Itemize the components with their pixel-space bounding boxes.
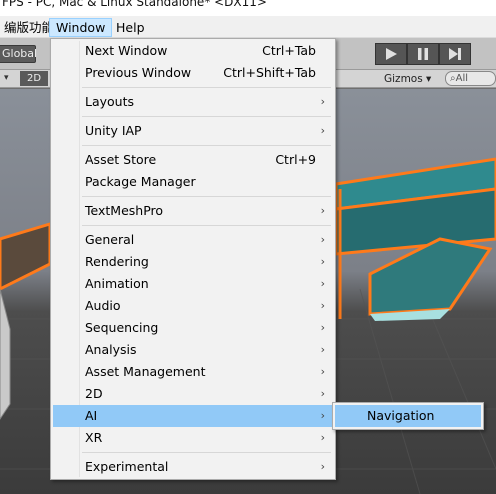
shortcut-label: Ctrl+Shift+Tab: [223, 65, 316, 80]
chevron-down-icon: ▾: [426, 73, 432, 85]
shortcut-label: Ctrl+9: [275, 152, 316, 167]
menu-bar: 编版功能 Window Help: [0, 16, 496, 38]
menu-separator: [82, 225, 331, 226]
submenu-arrow-icon: ›: [320, 409, 325, 422]
menu-item-label: Previous Window: [85, 65, 192, 80]
menu-item-layouts[interactable]: Layouts ›: [53, 91, 333, 113]
submenu-arrow-icon: ›: [320, 365, 325, 378]
ai-submenu: Navigation: [332, 402, 484, 430]
menu-item-label: Rendering: [85, 254, 149, 269]
menu-item-ai[interactable]: AI ›: [53, 405, 333, 427]
shortcut-label: Ctrl+Tab: [262, 43, 316, 58]
window-title-bar: FPS - PC, Mac & Linux Standalone* <DX11>: [0, 0, 496, 12]
menu-item-label: Asset Store: [85, 152, 157, 167]
submenu-arrow-icon: ›: [320, 343, 325, 356]
menu-item-label: XR: [85, 430, 103, 445]
pause-icon: [418, 48, 428, 60]
menu-item-experimental[interactable]: Experimental ›: [53, 456, 333, 478]
submenu-arrow-icon: ›: [320, 387, 325, 400]
menu-item-rendering[interactable]: Rendering ›: [53, 251, 333, 273]
menu-help[interactable]: Help: [110, 18, 151, 37]
submenu-arrow-icon: ›: [320, 299, 325, 312]
menu-item-label: General: [85, 232, 135, 247]
menu-item-next-window[interactable]: Next Window Ctrl+Tab: [53, 40, 333, 62]
menu-item-analysis[interactable]: Analysis ›: [53, 339, 333, 361]
menu-separator: [82, 116, 331, 117]
submenu-arrow-icon: ›: [320, 460, 325, 473]
menu-item-animation[interactable]: Animation ›: [53, 273, 333, 295]
menu-item-label: 2D: [85, 386, 103, 401]
menu-separator: [82, 196, 331, 197]
menu-item-label: Analysis: [85, 342, 137, 357]
menu-item-navigation[interactable]: Navigation: [335, 405, 481, 427]
menu-item-label: Unity IAP: [85, 123, 142, 138]
menu-item-label: AI: [85, 408, 98, 423]
gizmos-dropdown[interactable]: Gizmos ▾: [384, 71, 431, 87]
submenu-arrow-icon: ›: [320, 233, 325, 246]
menu-item-label: Next Window: [85, 43, 168, 58]
menu-item-textmeshpro[interactable]: TextMeshPro ›: [53, 200, 333, 222]
menu-item-general[interactable]: General ›: [53, 229, 333, 251]
submenu-arrow-icon: ›: [320, 95, 325, 108]
menu-item-label: Layouts: [85, 94, 135, 109]
menu-item-previous-window[interactable]: Previous Window Ctrl+Shift+Tab: [53, 62, 333, 84]
submenu-arrow-icon: ›: [320, 277, 325, 290]
scene-search-input[interactable]: ⌕All: [445, 71, 496, 86]
play-controls: [375, 43, 471, 65]
submenu-arrow-icon: ›: [320, 204, 325, 217]
menu-item-asset-management[interactable]: Asset Management ›: [53, 361, 333, 383]
menu-separator: [82, 145, 331, 146]
menu-item-unity-iap[interactable]: Unity IAP ›: [53, 120, 333, 142]
2d-mode-toggle[interactable]: 2D: [20, 71, 48, 86]
pause-button[interactable]: [407, 43, 439, 65]
window-title: FPS - PC, Mac & Linux Standalone* <DX11>: [2, 0, 267, 9]
menu-window[interactable]: Window: [49, 18, 113, 37]
menu-separator: [82, 87, 331, 88]
menu-item-label: Package Manager: [85, 174, 196, 189]
pivot-global-toggle[interactable]: Global: [0, 45, 37, 63]
menu-item-label: Audio: [85, 298, 121, 313]
menu-separator: [82, 452, 331, 453]
submenu-arrow-icon: ›: [320, 255, 325, 268]
submenu-arrow-icon: ›: [320, 431, 325, 444]
play-icon: [386, 48, 397, 60]
menu-item-label: Navigation: [367, 408, 435, 423]
menu-item-sequencing[interactable]: Sequencing ›: [53, 317, 333, 339]
menu-item-label: TextMeshPro: [85, 203, 164, 218]
menu-item-label: Asset Management: [85, 364, 206, 379]
submenu-arrow-icon: ›: [320, 124, 325, 137]
menu-item-label: Experimental: [85, 459, 169, 474]
menu-item-label: Animation: [85, 276, 149, 291]
menu-item-package-manager[interactable]: Package Manager: [53, 171, 333, 193]
search-placeholder: All: [455, 73, 469, 84]
menu-item-xr[interactable]: XR ›: [53, 427, 333, 449]
scene-object-left: [0, 221, 52, 291]
submenu-arrow-icon: ›: [320, 321, 325, 334]
play-button[interactable]: [375, 43, 407, 65]
menu-item-2d[interactable]: 2D ›: [53, 383, 333, 405]
gizmos-label: Gizmos: [384, 73, 423, 85]
menu-item-audio[interactable]: Audio ›: [53, 295, 333, 317]
menu-item-asset-store[interactable]: Asset Store Ctrl+9: [53, 149, 333, 171]
menu-item-label: Sequencing: [85, 320, 159, 335]
step-button[interactable]: [439, 43, 471, 65]
window-menu: Next Window Ctrl+Tab Previous Window Ctr…: [50, 38, 336, 480]
dropdown-arrow-icon[interactable]: ▾: [4, 73, 9, 83]
step-icon: [449, 48, 461, 60]
